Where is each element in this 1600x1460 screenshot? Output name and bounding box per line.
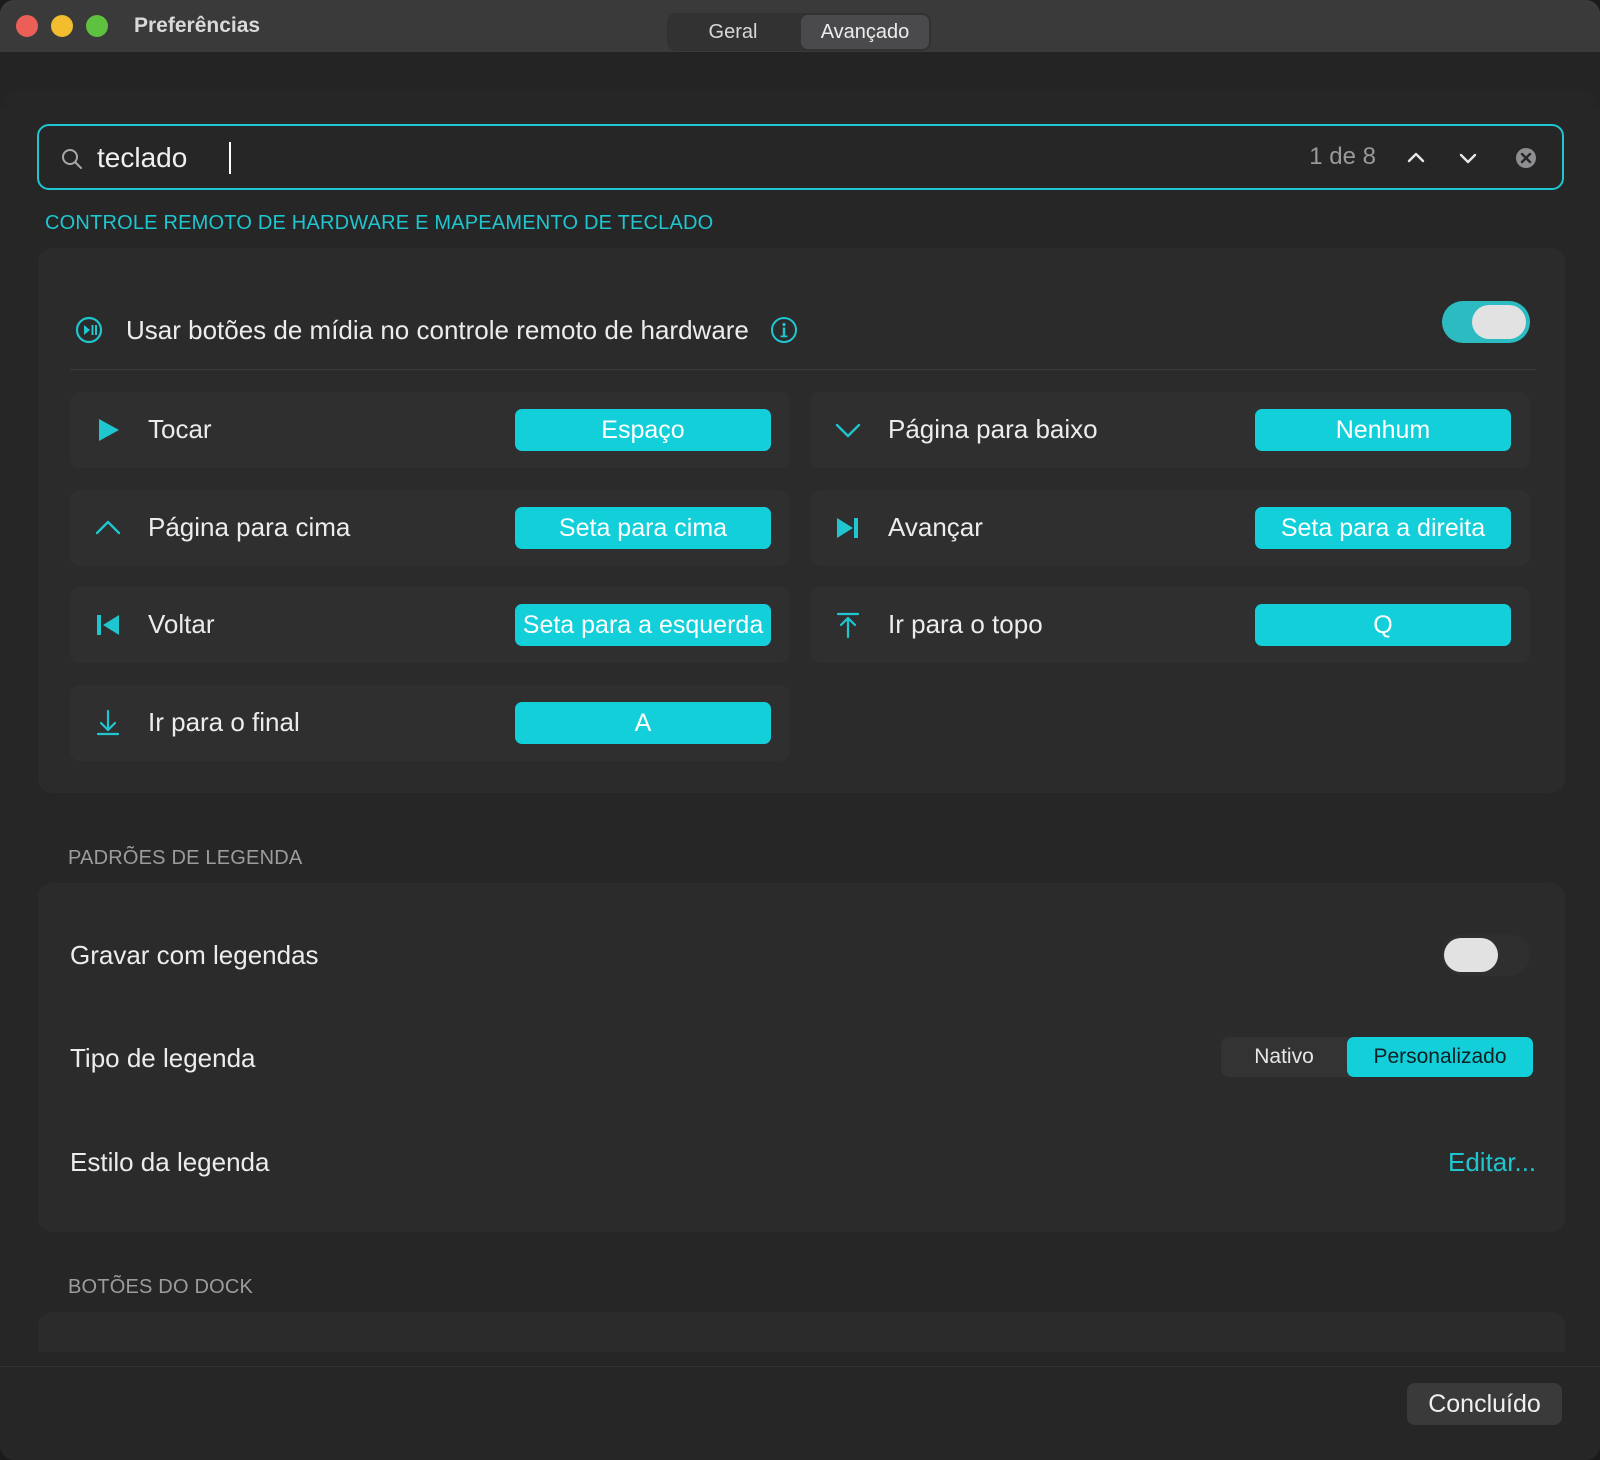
toggle-knob — [1472, 305, 1526, 339]
record-captions-toggle[interactable] — [1442, 934, 1530, 976]
search-input[interactable] — [97, 138, 997, 178]
legenda-card: Gravar com legendas Tipo de legenda Nati… — [38, 883, 1565, 1232]
previous-match-button[interactable] — [1400, 142, 1432, 174]
caption-type-label: Tipo de legenda — [70, 1043, 256, 1073]
shortcut-key-button[interactable]: Nenhum — [1255, 409, 1511, 451]
media-buttons-toggle[interactable] — [1442, 301, 1530, 343]
play-pause-circle-icon — [75, 316, 103, 344]
shortcut-row-ir-para-o-final: Ir para o final A — [70, 685, 790, 761]
divider — [70, 369, 1536, 370]
caption-type-segmented-control: Nativo Personalizado — [1221, 1037, 1533, 1077]
chevron-up-icon — [95, 520, 121, 535]
search-icon — [62, 149, 82, 169]
section-title-hardware: CONTROLE REMOTO DE HARDWARE E MAPEAMENTO… — [45, 212, 714, 234]
close-window-button[interactable] — [16, 15, 38, 37]
play-icon — [99, 419, 119, 441]
shortcut-label: Ir para o final — [148, 707, 300, 737]
footer-bar — [0, 1366, 1600, 1460]
text-caret — [229, 142, 231, 174]
toggle-knob — [1444, 938, 1498, 972]
shortcut-row-pagina-para-baixo: Página para baixo Nenhum — [810, 392, 1530, 468]
shortcut-label: Página para baixo — [888, 414, 1098, 444]
skip-back-icon — [97, 615, 119, 635]
edit-caption-style-link[interactable]: Editar... — [1448, 1147, 1536, 1178]
shortcut-key-button[interactable]: Seta para a esquerda — [515, 604, 771, 646]
shortcut-row-tocar: Tocar Espaço — [70, 392, 790, 468]
arrow-to-bottom-icon — [96, 709, 120, 736]
dock-card — [38, 1312, 1565, 1352]
shortcut-label: Ir para o topo — [888, 609, 1043, 639]
shortcut-label: Página para cima — [148, 512, 351, 542]
caption-style-label: Estilo da legenda — [70, 1147, 270, 1177]
tab-avancado[interactable]: Avançado — [801, 15, 929, 49]
chevron-down-icon — [835, 423, 861, 438]
section-title-dock: BOTÕES DO DOCK — [68, 1276, 254, 1298]
shortcut-row-avancar: Avançar Seta para a direita — [810, 490, 1530, 566]
shortcut-key-button[interactable]: Seta para cima — [515, 507, 771, 549]
window-title: Preferências — [134, 14, 261, 37]
caption-type-option-personalizado[interactable]: Personalizado — [1347, 1037, 1533, 1077]
clear-search-icon[interactable] — [1512, 144, 1540, 172]
shortcut-label: Voltar — [148, 609, 215, 639]
preferences-window: Preferências Geral Avançado 1 de 8 — [0, 0, 1600, 1460]
minimize-window-button[interactable] — [51, 15, 73, 37]
shortcut-row-ir-para-o-topo: Ir para o topo Q — [810, 587, 1530, 663]
shortcut-row-voltar: Voltar Seta para a esquerda — [70, 587, 790, 663]
search-field[interactable]: 1 de 8 — [37, 124, 1564, 190]
shortcut-key-button[interactable]: Seta para a direita — [1255, 507, 1511, 549]
shortcut-key-button[interactable]: Q — [1255, 604, 1511, 646]
record-captions-label: Gravar com legendas — [70, 940, 319, 970]
next-match-button[interactable] — [1452, 142, 1484, 174]
media-buttons-row: Usar botões de mídia no controle remoto … — [74, 288, 1534, 372]
chevron-up-icon — [1407, 152, 1425, 163]
skip-forward-icon — [837, 518, 858, 538]
match-count: 1 de 8 — [1309, 143, 1376, 170]
shortcut-label: Tocar — [148, 414, 212, 444]
tab-geral[interactable]: Geral — [669, 15, 797, 49]
info-icon[interactable] — [769, 315, 799, 345]
media-buttons-label: Usar botões de mídia no controle remoto … — [126, 314, 749, 345]
shortcut-key-button[interactable]: Espaço — [515, 409, 771, 451]
done-button[interactable]: Concluído — [1407, 1383, 1562, 1425]
tab-group: Geral Avançado — [667, 13, 931, 51]
shortcut-row-pagina-para-cima: Página para cima Seta para cima — [70, 490, 790, 566]
window-controls — [16, 15, 108, 37]
caption-type-option-nativo[interactable]: Nativo — [1221, 1037, 1347, 1077]
shortcut-label: Avançar — [888, 512, 983, 542]
zoom-window-button[interactable] — [86, 15, 108, 37]
arrow-to-top-icon — [836, 612, 860, 639]
shortcut-key-button[interactable]: A — [515, 702, 771, 744]
section-title-legenda: PADRÕES DE LEGENDA — [68, 847, 303, 869]
hardware-card: Usar botões de mídia no controle remoto … — [38, 248, 1565, 793]
chevron-down-icon — [1459, 153, 1477, 164]
